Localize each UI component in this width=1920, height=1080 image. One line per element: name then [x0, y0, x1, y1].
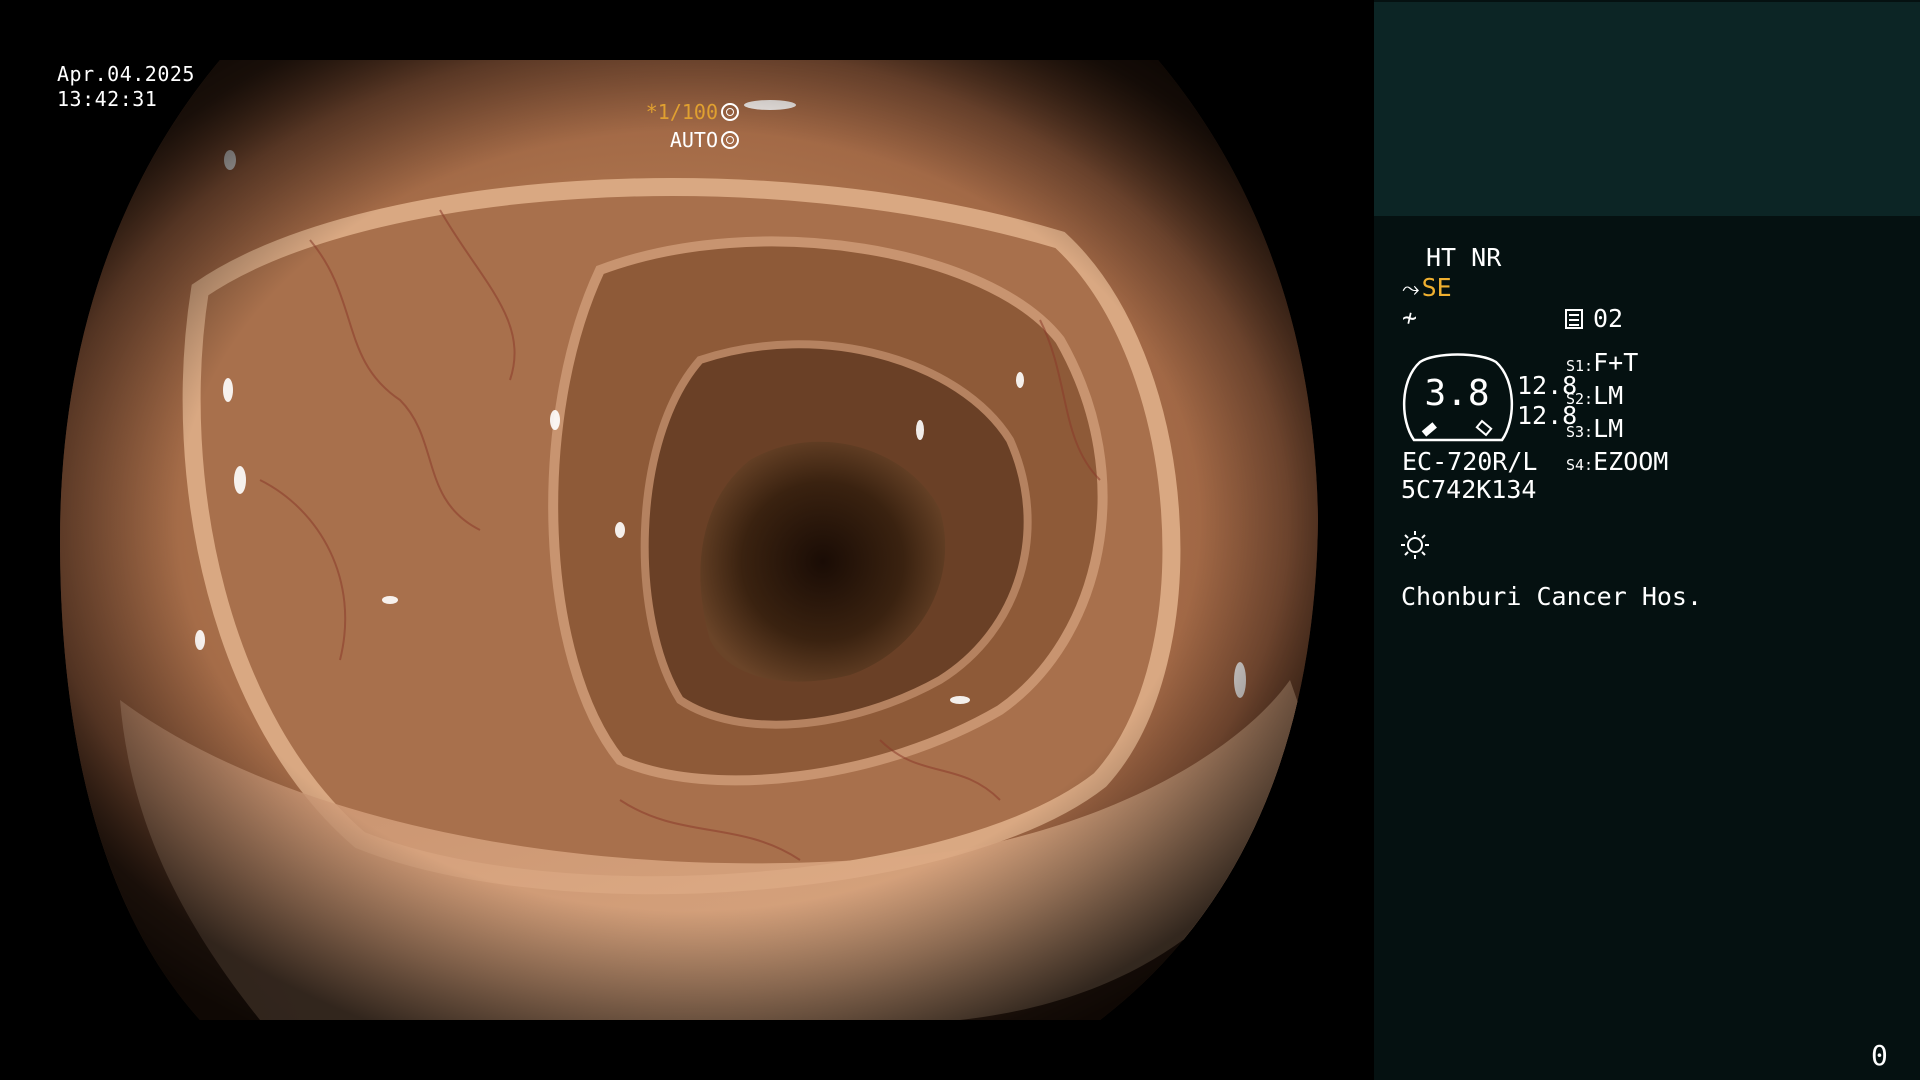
scope-serial: 5C742K134: [1401, 475, 1537, 504]
endoscope-video-area: Apr.04.2025 13:42:31 *1/100 AUTO: [0, 0, 1374, 1080]
info-panel: HT NR ⤳SE ≁ 02 3.8 12.8 12.8 S1:F+T S2:L…: [1374, 0, 1920, 1080]
structure-enhancement-icon: ⤳: [1402, 277, 1420, 302]
memo-icon: [1565, 309, 1583, 329]
colon-lumen-image: [60, 60, 1318, 1020]
endoscopic-image: [60, 60, 1318, 1020]
time-text: 13:42:31: [57, 87, 158, 111]
structure-enhancement-label: SE: [1421, 273, 1452, 302]
iris-row: AUTO: [646, 126, 739, 154]
shutter-prefix: *: [645, 100, 658, 124]
scope-switch-list: S1:F+T S2:LM S3:LM S4:EZOOM: [1566, 348, 1668, 480]
shutter-iris-display: *1/100 AUTO: [646, 98, 739, 154]
shutter-row: *1/100: [646, 98, 739, 126]
scope-model: EC-720R/L: [1402, 447, 1538, 476]
scope-switch-s3: S3:LM: [1566, 414, 1624, 443]
gauge-needle: [1421, 422, 1437, 437]
date-time-display: Apr.04.2025 13:42:31: [57, 62, 195, 112]
structure-enhancement-row: ⤳SE: [1402, 273, 1452, 305]
light-source-icon: [1401, 531, 1429, 559]
memory-row: 02: [1565, 304, 1623, 334]
iris-icon: [721, 131, 739, 149]
info-panel-header-block: [1374, 2, 1920, 216]
frame-counter: 0: [1871, 1039, 1888, 1072]
scope-switch-s4: S4:EZOOM: [1566, 447, 1669, 476]
date-text: Apr.04.2025: [57, 62, 195, 86]
shutter-speed: 1/100: [657, 100, 718, 124]
enhancement-icon: ≁: [1402, 303, 1418, 332]
iris-mode: AUTO: [669, 128, 718, 152]
processing-modes: HT NR: [1426, 243, 1502, 272]
aperture-icon: [721, 103, 739, 121]
scope-switch-s1: S1:F+T: [1566, 348, 1639, 377]
hospital-name: Chonburi Cancer Hos.: [1401, 582, 1703, 611]
memory-number: 02: [1593, 304, 1624, 333]
scope-switch-s2: S2:LM: [1566, 381, 1624, 410]
zoom-value: 3.8: [1424, 373, 1490, 414]
